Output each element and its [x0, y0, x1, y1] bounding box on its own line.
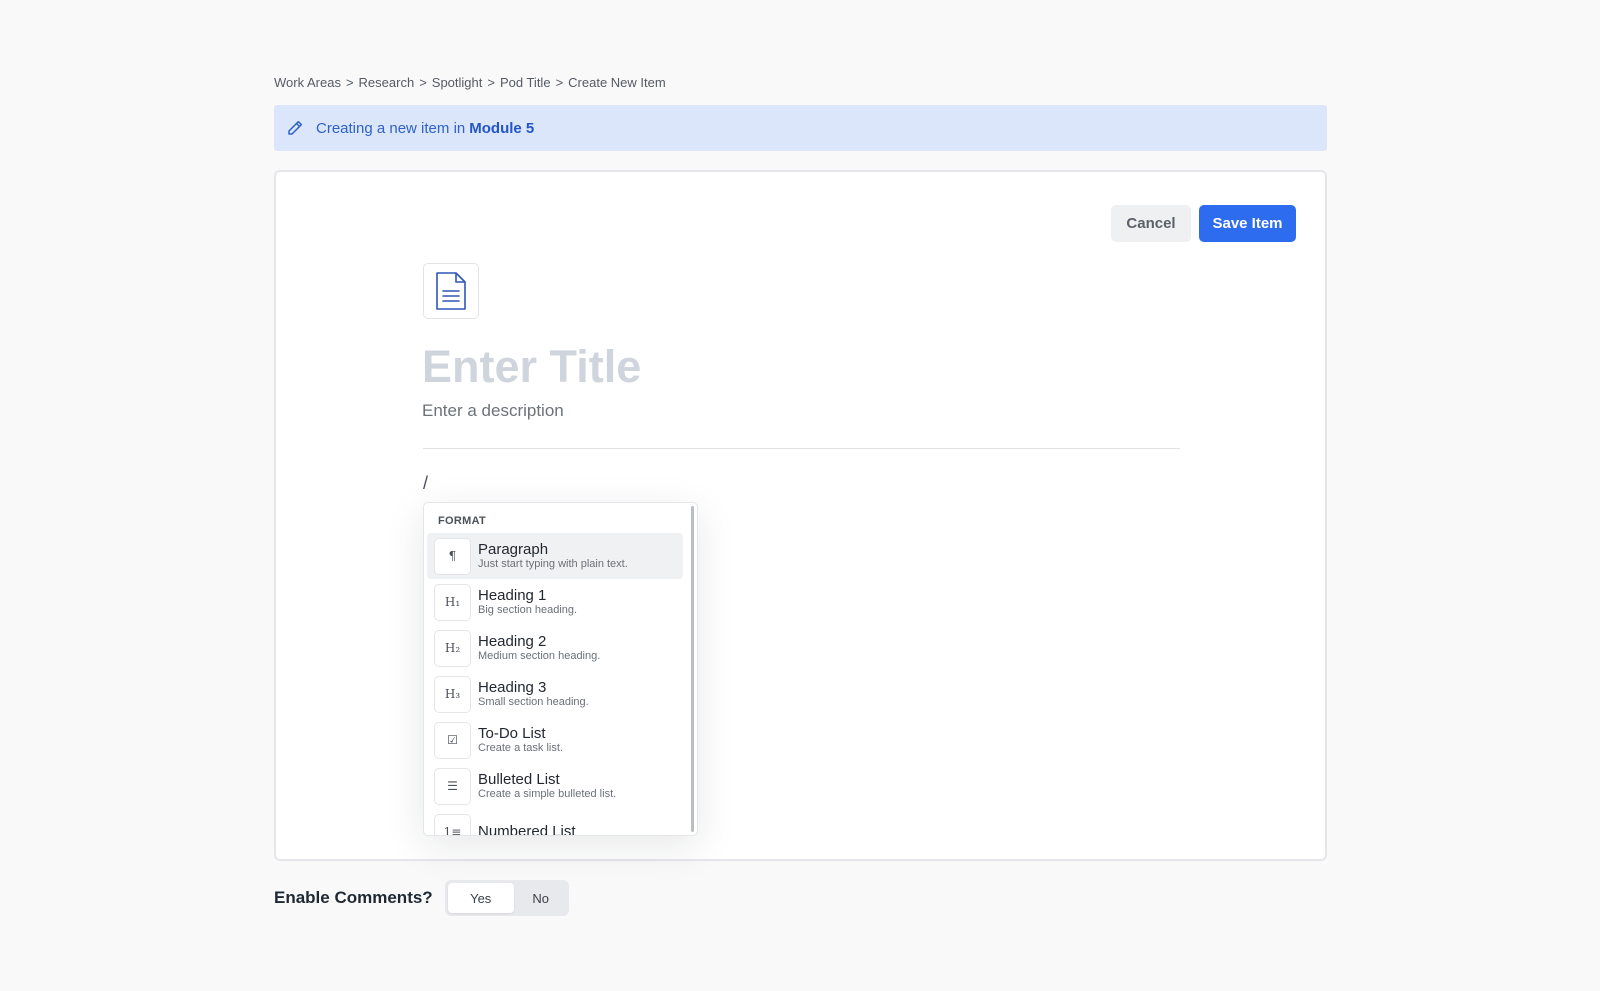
menu-item-desc: Create a task list.: [478, 742, 563, 754]
menu-item-bulleted-list[interactable]: ☰ Bulleted List Create a simple bulleted …: [427, 763, 683, 809]
breadcrumb-separator: >: [419, 75, 427, 90]
pencil-icon: [286, 119, 304, 137]
menu-item-heading-3[interactable]: H₃ Heading 3 Small section heading.: [427, 671, 683, 717]
menu-item-desc: Just start typing with plain text.: [478, 558, 628, 570]
menu-item-label: Paragraph: [478, 541, 549, 558]
heading-1-icon: H₁: [434, 583, 471, 621]
banner-module: Module 5: [469, 119, 535, 137]
menu-item-label: To-Do List: [478, 725, 546, 742]
slash-command-text[interactable]: /: [423, 473, 428, 494]
comments-yes-option[interactable]: Yes: [447, 883, 514, 913]
menu-item-desc: Create a simple bulleted list.: [478, 788, 617, 800]
format-menu: FORMAT ¶ Paragraph Just start typing with…: [423, 502, 698, 836]
menu-item-label: Bulleted List: [478, 771, 560, 788]
format-menu-list: ¶ Paragraph Just start typing with plain …: [427, 533, 683, 836]
cancel-button[interactable]: Cancel: [1111, 205, 1191, 242]
menu-item-desc: Medium section heading.: [478, 650, 601, 662]
description-input[interactable]: [422, 398, 1182, 424]
title-input[interactable]: [422, 337, 1182, 397]
document-icon[interactable]: [423, 263, 479, 319]
divider: [423, 448, 1180, 449]
menu-item-heading-2[interactable]: H₂ Heading 2 Medium section heading.: [427, 625, 683, 671]
breadcrumb-separator: >: [487, 75, 495, 90]
info-banner: Creating a new item in Module 5: [274, 105, 1327, 151]
breadcrumb: Work Areas > Research > Spotlight > Pod Title >…: [274, 75, 666, 90]
menu-item-heading-1[interactable]: H₁ Heading 1 Big section heading.: [427, 579, 683, 625]
breadcrumb-item[interactable]: Work Areas: [274, 75, 341, 90]
comments-toggle: Yes No: [444, 880, 569, 916]
menu-item-todo-list[interactable]: ☑ To-Do List Create a task list.: [427, 717, 683, 763]
breadcrumb-item[interactable]: Pod Title: [500, 75, 551, 90]
breadcrumb-current: Create New Item: [568, 75, 666, 90]
save-item-button[interactable]: Save Item: [1199, 205, 1296, 242]
breadcrumb-separator: >: [555, 75, 564, 90]
breadcrumb-item[interactable]: Research: [359, 75, 415, 90]
menu-scrollbar[interactable]: [691, 506, 694, 832]
menu-item-label: Heading 2: [478, 633, 547, 650]
format-menu-heading: FORMAT: [438, 515, 487, 527]
heading-2-icon: H₂: [434, 629, 471, 667]
heading-3-icon: H₃: [434, 675, 471, 713]
menu-item-label: Heading 3: [478, 679, 547, 696]
menu-item-label: Heading 1: [478, 587, 547, 604]
page: Work Areas > Research > Spotlight > Pod Title >…: [274, 0, 1327, 991]
bullet-list-icon: ☰: [434, 767, 471, 805]
editor-card: Cancel Save Item / FORMAT ¶ ParagraphJus…: [274, 170, 1327, 861]
breadcrumb-separator: >: [345, 75, 354, 90]
enable-comments-row: Enable Comments? Yes No: [274, 880, 569, 916]
menu-item-numbered-list[interactable]: 1≡ Numbered List: [427, 809, 683, 836]
breadcrumb-item[interactable]: Spotlight: [432, 75, 483, 90]
menu-item-paragraph[interactable]: ¶ Paragraph Just start typing with plain …: [427, 533, 683, 579]
paragraph-icon: ¶: [434, 537, 471, 575]
menu-item-label: Numbered List: [478, 822, 576, 836]
enable-comments-label: Enable Comments?: [274, 888, 433, 907]
numbered-list-icon: 1≡: [434, 813, 471, 835]
checkbox-icon: ☑: [434, 721, 471, 759]
banner-text: Creating a new item in: [316, 119, 466, 137]
menu-item-desc: Small section heading.: [478, 696, 589, 708]
comments-no-option[interactable]: No: [515, 883, 567, 913]
menu-item-desc: Big section heading.: [478, 604, 578, 616]
